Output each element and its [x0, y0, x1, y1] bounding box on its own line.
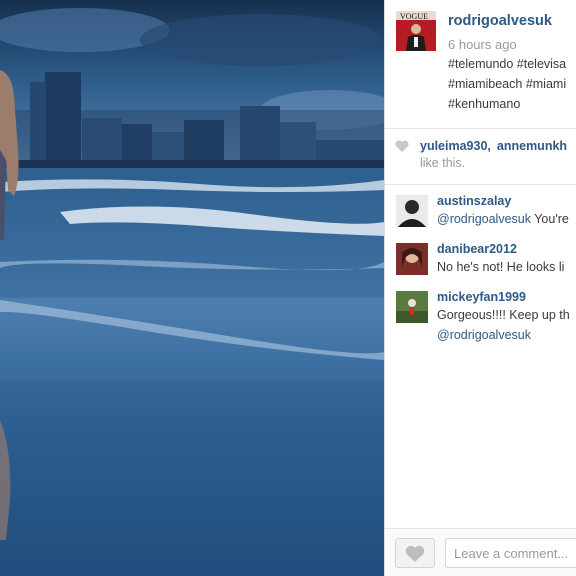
caption-line: #miamibeach #miami [448, 77, 567, 91]
post-sidebar: VOGUE rodrigoalvesuk 6 hours ago #telemu… [384, 0, 576, 576]
post-photo [0, 0, 384, 576]
heart-icon [395, 140, 409, 155]
svg-text:VOGUE: VOGUE [400, 12, 428, 21]
avatar[interactable] [396, 195, 428, 227]
comment-input[interactable] [445, 538, 576, 568]
post-caption: #telemundo #televisa #miamibeach #miami … [448, 54, 576, 114]
comment-footer [385, 528, 576, 576]
like-button[interactable] [395, 538, 435, 568]
avatar[interactable] [396, 243, 428, 275]
comment-mention[interactable]: @rodrigoalvesuk [437, 212, 531, 226]
post-timestamp[interactable]: 6 hours ago [448, 37, 517, 52]
heart-icon [405, 545, 425, 562]
comment-username[interactable]: mickeyfan1999 [437, 290, 526, 304]
comment-mention[interactable]: @rodrigoalvesuk [437, 325, 531, 345]
liker-link[interactable]: annemunkh [497, 139, 567, 153]
likes-section: yuleima930, annemunkh like this. [385, 128, 576, 185]
caption-line: #telemundo #televisa [448, 57, 567, 71]
comment-body: You're [530, 212, 569, 226]
comment-username[interactable]: austinszalay [437, 194, 511, 208]
comment-username[interactable]: danibear2012 [437, 242, 517, 256]
comment-body: Gorgeous!!!! Keep up th [437, 308, 570, 322]
caption-line: #kenhumano [448, 97, 521, 111]
liker-link[interactable]: yuleima930, [420, 139, 491, 153]
avatar[interactable] [396, 291, 428, 323]
avatar[interactable]: VOGUE [396, 11, 436, 51]
comment-body: No he's not! He looks li [437, 260, 565, 274]
likers-list: yuleima930, annemunkh [420, 139, 573, 153]
comment-text: @rodrigoalvesuk You're [437, 209, 569, 229]
avatar-image: VOGUE [396, 11, 436, 51]
post-header: VOGUE rodrigoalvesuk 6 hours ago #telemu… [385, 0, 576, 129]
likes-suffix: like this. [420, 156, 466, 170]
beach-photo [0, 0, 384, 576]
post-username[interactable]: rodrigoalvesuk [448, 13, 552, 29]
